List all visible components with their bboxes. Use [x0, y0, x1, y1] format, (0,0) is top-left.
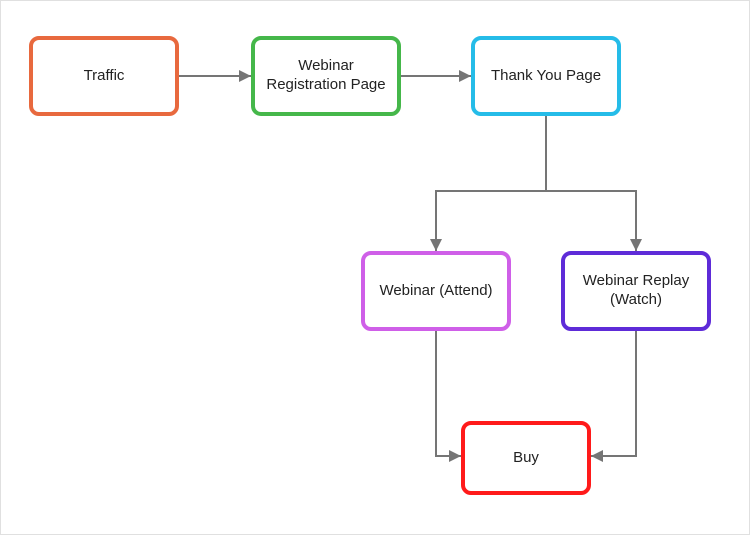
connectors — [1, 1, 750, 536]
arrow-thanks-split-replay — [546, 116, 636, 251]
flow-diagram: Traffic Webinar Registration Page Thank … — [0, 0, 750, 535]
arrow-thanks-split-attend — [436, 116, 546, 251]
arrow-attend-to-buy — [436, 331, 461, 456]
arrow-replay-to-buy — [591, 331, 636, 456]
